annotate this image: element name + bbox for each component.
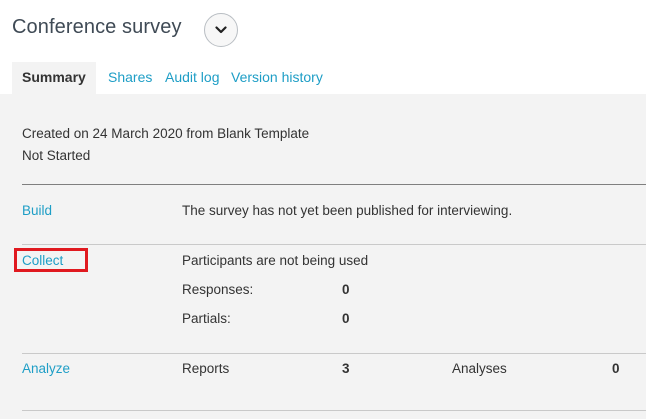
- responses-label: Responses:: [182, 282, 254, 297]
- status-text: Not Started: [22, 148, 91, 163]
- reports-label: Reports: [182, 361, 230, 376]
- partials-value: 0: [342, 311, 350, 326]
- tab-version-history[interactable]: Version history: [231, 62, 323, 94]
- tab-summary[interactable]: Summary: [12, 62, 96, 94]
- analyze-link[interactable]: Analyze: [22, 361, 70, 376]
- page-header: Conference survey: [0, 0, 646, 62]
- analyses-label: Analyses: [452, 361, 507, 376]
- created-info: Created on 24 March 2020 from Blank Temp…: [22, 126, 310, 141]
- tab-audit-log[interactable]: Audit log: [165, 62, 219, 94]
- section-divider: [22, 353, 646, 354]
- responses-value: 0: [342, 282, 350, 297]
- reports-value: 3: [342, 361, 350, 376]
- tab-shares[interactable]: Shares: [108, 62, 152, 94]
- build-link[interactable]: Build: [22, 203, 52, 218]
- page-title: Conference survey: [12, 16, 182, 38]
- collect-message: Participants are not being used: [182, 253, 369, 268]
- section-divider: [22, 244, 646, 245]
- tab-bar: Summary Shares Audit log Version history: [0, 62, 646, 94]
- analyses-value: 0: [612, 361, 620, 376]
- collect-link[interactable]: Collect: [22, 253, 63, 268]
- partials-label: Partials:: [182, 311, 231, 326]
- survey-menu-button[interactable]: [204, 13, 238, 47]
- section-divider: [22, 410, 646, 411]
- build-message: The survey has not yet been published fo…: [182, 203, 513, 218]
- chevron-down-icon: [215, 26, 227, 34]
- section-divider: [22, 184, 646, 185]
